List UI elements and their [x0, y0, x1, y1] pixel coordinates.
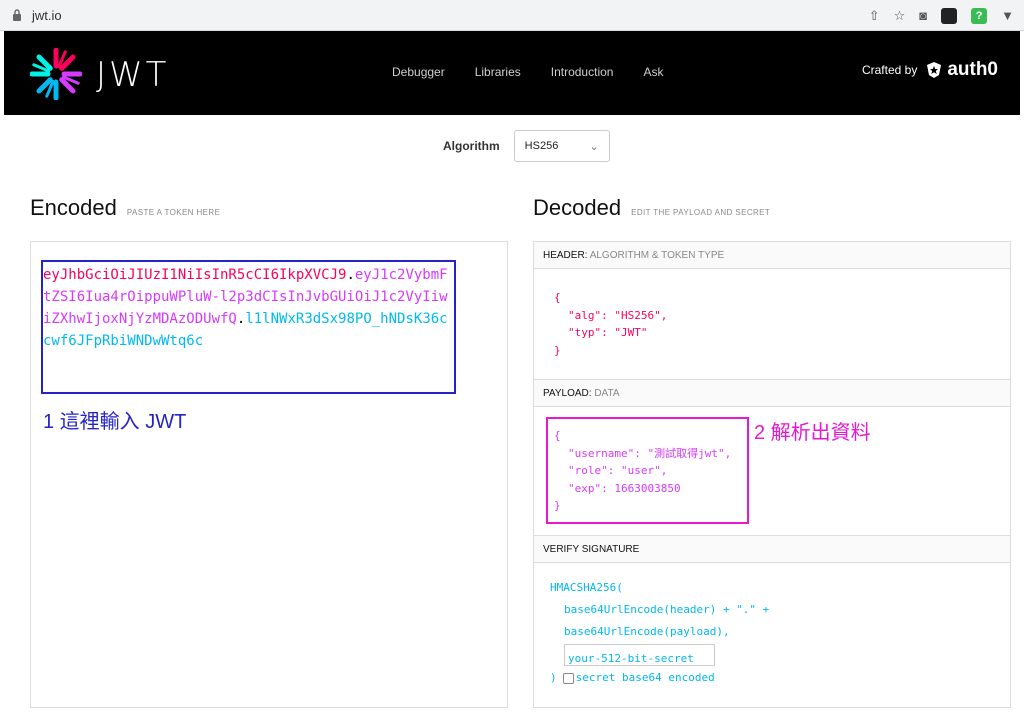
token-header-part: eyJhbGciOiJIUzI1NiIsInR5cCI6IkpXVCJ9 — [43, 267, 347, 283]
site-header: JWT Debugger Libraries Introduction Ask … — [4, 31, 1020, 115]
encoded-subtitle: PASTE A TOKEN HERE — [126, 208, 221, 217]
base64-checkbox-label: secret base64 encoded — [575, 671, 715, 684]
crafted-by-label: Crafted by — [861, 63, 918, 77]
extension-v-icon[interactable]: ▼ — [1001, 7, 1014, 25]
camera-icon[interactable]: ◙ — [919, 7, 927, 25]
signature-section-title: VERIFY SIGNATURE — [534, 536, 1010, 563]
browser-toolbar: jwt.io ⇧ ☆ ◙ ? ▼ — [0, 0, 1024, 31]
logo-text: JWT — [96, 55, 170, 95]
crafted-by-link[interactable]: Crafted by auth0 — [862, 59, 998, 81]
decoded-title: Decoded — [533, 195, 622, 220]
base64-checkbox[interactable] — [562, 672, 574, 684]
sig-close: ) — [550, 671, 557, 684]
annotation-input-jwt: 1 這裡輸入 JWT — [43, 411, 187, 433]
header-section-title: HEADER: ALGORITHM & TOKEN TYPE — [534, 242, 1010, 269]
nav-debugger[interactable]: Debugger — [392, 65, 445, 79]
secret-input[interactable]: your-512-bit-secret — [564, 644, 715, 666]
extension-icon[interactable] — [941, 8, 958, 24]
annotation-parsed-data: 2 解析出資料 — [754, 422, 871, 444]
signature-editor: HMACSHA256( base64UrlEncode(header) + ".… — [534, 563, 1010, 708]
encoded-token-editor[interactable]: eyJhbGciOiJIUzI1NiIsInR5cCI6IkpXVCJ9.eyJ… — [30, 241, 508, 708]
algorithm-label: Algorithm — [443, 139, 500, 153]
token-textarea[interactable]: eyJhbGciOiJIUzI1NiIsInR5cCI6IkpXVCJ9.eyJ… — [43, 264, 451, 352]
decoded-heading: Decoded EDIT THE PAYLOAD AND SECRET — [533, 195, 770, 221]
share-icon[interactable]: ⇧ — [869, 7, 880, 25]
encoded-title: Encoded — [30, 195, 117, 220]
algorithm-value: HS256 — [524, 140, 559, 152]
payload-section-title: PAYLOAD: DATA — [534, 380, 1010, 407]
nav-libraries[interactable]: Libraries — [475, 65, 521, 79]
nav-introduction[interactable]: Introduction — [551, 65, 614, 79]
star-icon[interactable]: ☆ — [894, 7, 906, 25]
payload-json-editor[interactable]: { "username": "測試取得jwt", "role": "user",… — [534, 407, 1010, 536]
jwt-logo-icon[interactable] — [30, 48, 82, 100]
nav-ask[interactable]: Ask — [643, 65, 663, 79]
auth0-shield-icon — [927, 62, 942, 78]
address-bar[interactable]: jwt.io — [32, 8, 62, 23]
browser-actions: ⇧ ☆ ◙ ? ▼ — [869, 6, 1014, 26]
decoded-subtitle: EDIT THE PAYLOAD AND SECRET — [631, 208, 771, 217]
header-json-editor[interactable]: { "alg": "HS256", "typ": "JWT" } — [534, 269, 1010, 380]
auth0-brand: auth0 — [947, 59, 998, 80]
sig-line-1: HMACSHA256( — [550, 581, 623, 594]
algorithm-select[interactable]: HS256 ⌄ — [513, 130, 610, 162]
algorithm-picker: Algorithm HS256 ⌄ — [443, 130, 610, 162]
main-nav: Debugger Libraries Introduction Ask — [392, 65, 663, 79]
lock-icon — [13, 9, 21, 21]
decoded-panel: HEADER: ALGORITHM & TOKEN TYPE { "alg": … — [533, 241, 1011, 708]
sig-line-3: base64UrlEncode(payload), — [564, 625, 730, 638]
sig-line-2: base64UrlEncode(header) + "." + — [564, 603, 770, 616]
chevron-down-icon: ⌄ — [589, 141, 599, 153]
encoded-heading: Encoded PASTE A TOKEN HERE — [30, 195, 220, 221]
extension-help-icon[interactable]: ? — [971, 8, 988, 24]
